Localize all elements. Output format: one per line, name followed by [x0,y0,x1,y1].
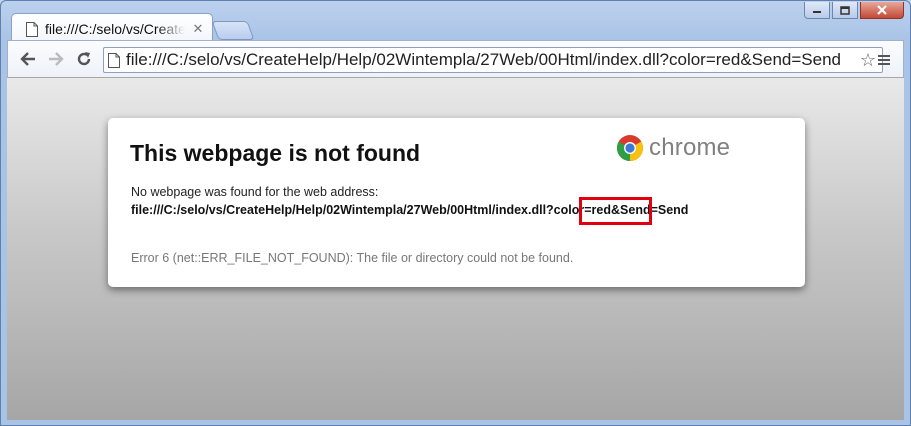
chrome-wordmark: chrome [649,134,731,161]
page-icon [26,21,38,37]
minimize-button[interactable] [804,2,830,19]
chrome-logo-icon [616,135,644,162]
forward-arrow-icon[interactable] [42,45,70,73]
error-message: No webpage was found for the web address… [131,185,379,199]
highlight-box [579,197,652,225]
page-icon [108,52,120,68]
menu-icon[interactable] [871,47,897,73]
error-detail: Error 6 (net::ERR_FILE_NOT_FOUND): The f… [131,251,574,265]
window-controls [804,2,904,19]
close-window-button[interactable] [860,2,904,19]
tab-title: file:///C:/selo/vs/CreateHelp/Help/02Win… [45,21,185,37]
address-bar[interactable]: file:///C:/selo/vs/CreateHelp/Help/02Win… [103,47,883,73]
maximize-button[interactable] [832,2,858,19]
page-title: This webpage is not found [130,140,421,166]
page-content: This webpage is not found chrome No webp… [7,78,904,420]
error-card: This webpage is not found chrome No webp… [108,118,805,287]
chrome-logo: chrome [616,134,730,162]
reload-icon[interactable] [70,45,98,73]
close-icon[interactable]: ✕ [192,21,204,37]
back-arrow-icon[interactable] [14,45,42,73]
browser-window: file:///C:/selo/vs/CreateHelp/Help/02Win… [0,0,911,426]
url-text: file:///C:/selo/vs/CreateHelp/Help/02Win… [126,50,842,69]
toolbar: file:///C:/selo/vs/CreateHelp/Help/02Win… [7,40,904,78]
new-tab-button[interactable] [211,21,255,40]
tab-strip: file:///C:/selo/vs/CreateHelp/Help/02Win… [7,9,810,44]
